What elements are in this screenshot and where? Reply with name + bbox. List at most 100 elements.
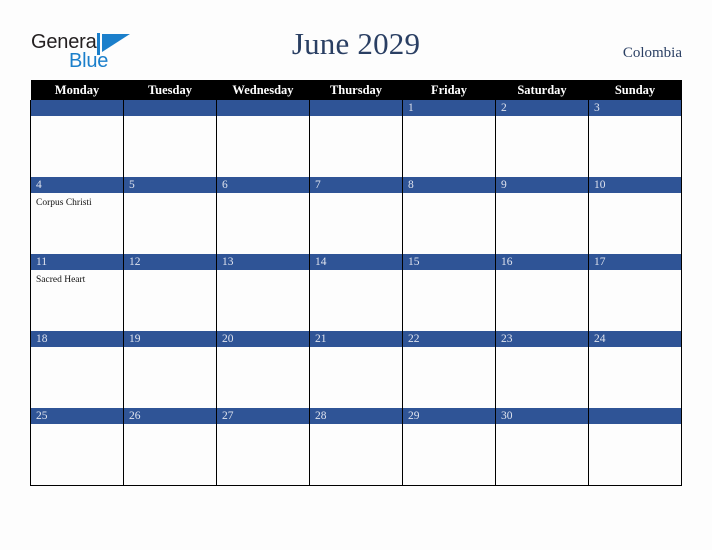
- calendar-day-cell[interactable]: 14: [309, 254, 403, 331]
- calendar-day-cell[interactable]: 30: [495, 408, 589, 486]
- day-cell-content: [589, 408, 681, 485]
- calendar-day-cell[interactable]: 8: [402, 177, 496, 254]
- day-number: 9: [496, 177, 588, 193]
- day-cell-content: 21: [310, 331, 402, 408]
- day-number: 16: [496, 254, 588, 270]
- calendar-day-cell[interactable]: 28: [309, 408, 403, 486]
- country-label: Colombia: [622, 45, 682, 61]
- calendar-day-cell[interactable]: 27: [216, 408, 310, 486]
- calendar-day-cell[interactable]: [588, 408, 682, 486]
- day-cell-content: 13: [217, 254, 309, 331]
- day-cell-content: 23: [496, 331, 588, 408]
- day-number: 21: [310, 331, 402, 347]
- day-event-list: [403, 424, 495, 428]
- day-number: 12: [124, 254, 216, 270]
- day-event-list: [589, 116, 681, 120]
- day-number: 14: [310, 254, 402, 270]
- calendar-day-cell[interactable]: 2: [495, 100, 589, 177]
- day-number: 3: [589, 100, 681, 116]
- calendar-day-cell[interactable]: 19: [123, 331, 217, 408]
- day-number: 23: [496, 331, 588, 347]
- calendar-day-cell[interactable]: 22: [402, 331, 496, 408]
- calendar-day-cell[interactable]: 3: [588, 100, 682, 177]
- day-number: [31, 100, 123, 116]
- day-event-list: [589, 193, 681, 197]
- calendar-day-cell[interactable]: 7: [309, 177, 403, 254]
- calendar-day-cell[interactable]: [216, 100, 310, 177]
- day-cell-content: 27: [217, 408, 309, 485]
- day-number: 18: [31, 331, 123, 347]
- day-event-list: [589, 347, 681, 351]
- day-number: 13: [217, 254, 309, 270]
- calendar-day-cell[interactable]: 6: [216, 177, 310, 254]
- weekday-header-wednesday: Wednesday: [216, 80, 310, 100]
- calendar-week-row: 123: [30, 100, 682, 177]
- calendar-day-cell[interactable]: 25: [30, 408, 124, 486]
- calendar-day-cell[interactable]: [123, 100, 217, 177]
- day-number: 11: [31, 254, 123, 270]
- calendar-day-cell[interactable]: 12: [123, 254, 217, 331]
- calendar-week-row: 25 26 27 28 29 30: [30, 408, 682, 486]
- calendar-day-cell[interactable]: 21: [309, 331, 403, 408]
- calendar-day-cell[interactable]: 11 Sacred Heart: [30, 254, 124, 331]
- day-cell-content: 6: [217, 177, 309, 254]
- day-number: 1: [403, 100, 495, 116]
- calendar-header-row: Monday Tuesday Wednesday Thursday Friday Satu…: [30, 80, 682, 100]
- day-number: 8: [403, 177, 495, 193]
- day-event-list: [31, 347, 123, 351]
- weekday-header-row: Monday Tuesday Wednesday Thursday Friday Satu…: [30, 80, 682, 100]
- day-number: 27: [217, 408, 309, 424]
- calendar-day-cell[interactable]: 1: [402, 100, 496, 177]
- day-number: [310, 100, 402, 116]
- weekday-header-thursday: Thursday: [309, 80, 403, 100]
- calendar-day-cell[interactable]: 17: [588, 254, 682, 331]
- day-cell-content: 19: [124, 331, 216, 408]
- calendar-day-cell[interactable]: 24: [588, 331, 682, 408]
- day-number: 17: [589, 254, 681, 270]
- calendar-day-cell[interactable]: [30, 100, 124, 177]
- day-cell-content: 16: [496, 254, 588, 331]
- day-event-list: [310, 347, 402, 351]
- day-event-list: [496, 347, 588, 351]
- day-cell-content: 8: [403, 177, 495, 254]
- calendar-day-cell[interactable]: [309, 100, 403, 177]
- day-event-list: [403, 193, 495, 197]
- day-number: 4: [31, 177, 123, 193]
- day-cell-content: [124, 100, 216, 177]
- day-event-list: [310, 270, 402, 274]
- day-event-list: Sacred Heart: [31, 270, 123, 286]
- calendar-day-cell[interactable]: 5: [123, 177, 217, 254]
- weekday-header-monday: Monday: [30, 80, 124, 100]
- calendar-week-row: 4 Corpus Christi 5 6 7 8 9 10: [30, 177, 682, 254]
- calendar-day-cell[interactable]: 18: [30, 331, 124, 408]
- day-event-list: [217, 347, 309, 351]
- day-number: 24: [589, 331, 681, 347]
- day-number: 20: [217, 331, 309, 347]
- calendar-day-cell[interactable]: 10: [588, 177, 682, 254]
- day-cell-content: 22: [403, 331, 495, 408]
- calendar-day-cell[interactable]: 23: [495, 331, 589, 408]
- day-cell-content: 18: [31, 331, 123, 408]
- day-event-list: [496, 424, 588, 428]
- calendar-day-cell[interactable]: 20: [216, 331, 310, 408]
- day-number: [124, 100, 216, 116]
- calendar-day-cell[interactable]: 15: [402, 254, 496, 331]
- day-cell-content: 25: [31, 408, 123, 485]
- calendar-day-cell[interactable]: 4 Corpus Christi: [30, 177, 124, 254]
- day-number: 28: [310, 408, 402, 424]
- calendar-day-cell[interactable]: 13: [216, 254, 310, 331]
- day-cell-content: 1: [403, 100, 495, 177]
- day-event-list: [310, 116, 402, 120]
- day-event-list: [403, 347, 495, 351]
- calendar-week-row: 11 Sacred Heart 12 13 14 15 16 17: [30, 254, 682, 331]
- day-number: 7: [310, 177, 402, 193]
- calendar-day-cell[interactable]: 16: [495, 254, 589, 331]
- day-cell-content: 5: [124, 177, 216, 254]
- page-header: General Blue June 2029 Colombia: [0, 0, 712, 80]
- day-cell-content: 26: [124, 408, 216, 485]
- calendar-day-cell[interactable]: 26: [123, 408, 217, 486]
- calendar-day-cell[interactable]: 9: [495, 177, 589, 254]
- day-number: 5: [124, 177, 216, 193]
- calendar-day-cell[interactable]: 29: [402, 408, 496, 486]
- day-cell-content: 20: [217, 331, 309, 408]
